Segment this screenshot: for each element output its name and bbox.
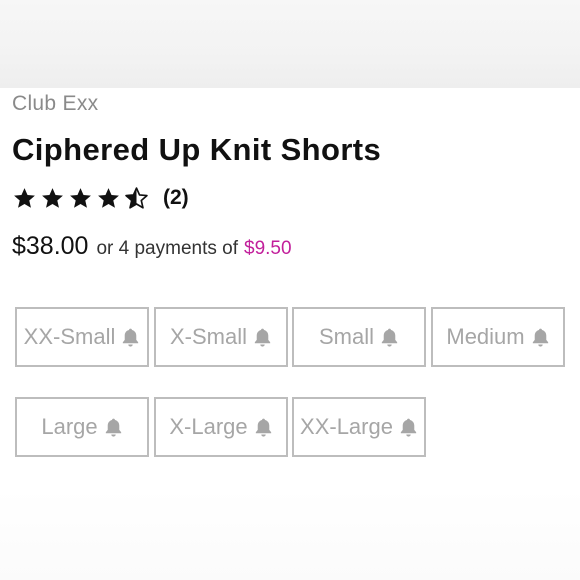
size-label: XX-Small	[23, 324, 116, 349]
size-option-xx-large[interactable]: XX-Large	[292, 397, 426, 457]
installment-text: or 4 payments of	[96, 238, 238, 259]
star-full-icon	[96, 186, 121, 211]
price-row: $38.00 or 4 payments of $9.50	[12, 232, 292, 261]
star-full-icon	[40, 186, 65, 211]
size-option-small[interactable]: Small	[292, 307, 426, 367]
bell-icon	[253, 327, 272, 348]
size-option-xx-small[interactable]: XX-Small	[15, 307, 149, 367]
bell-icon	[104, 417, 123, 438]
size-option-large[interactable]: Large	[15, 397, 149, 457]
size-option-medium[interactable]: Medium	[431, 307, 565, 367]
bell-icon	[399, 417, 418, 438]
price: $38.00	[12, 232, 89, 260]
size-label: Medium	[446, 324, 525, 349]
star-rating	[12, 186, 149, 211]
product-title: Ciphered Up Knit Shorts	[12, 132, 382, 167]
brand-name[interactable]: Club Exx	[12, 92, 98, 116]
installment-amount[interactable]: $9.50	[244, 238, 292, 260]
size-label: X-Small	[169, 324, 247, 349]
size-label: Large	[41, 414, 98, 439]
image-bottom-edge	[0, 488, 580, 580]
rating-summary[interactable]: (2)	[12, 184, 189, 212]
star-full-icon	[68, 186, 93, 211]
size-option-x-small[interactable]: X-Small	[154, 307, 288, 367]
size-label: X-Large	[169, 414, 248, 439]
bell-icon	[254, 417, 273, 438]
star-half-icon	[124, 186, 149, 211]
image-top-edge	[0, 0, 580, 88]
size-option-x-large[interactable]: X-Large	[154, 397, 288, 457]
review-count[interactable]: (2)	[163, 186, 189, 210]
size-label: XX-Large	[300, 414, 393, 439]
bell-icon	[531, 327, 550, 348]
star-full-icon	[12, 186, 37, 211]
size-label: Small	[318, 324, 374, 349]
bell-icon	[380, 327, 399, 348]
bell-icon	[121, 327, 140, 348]
